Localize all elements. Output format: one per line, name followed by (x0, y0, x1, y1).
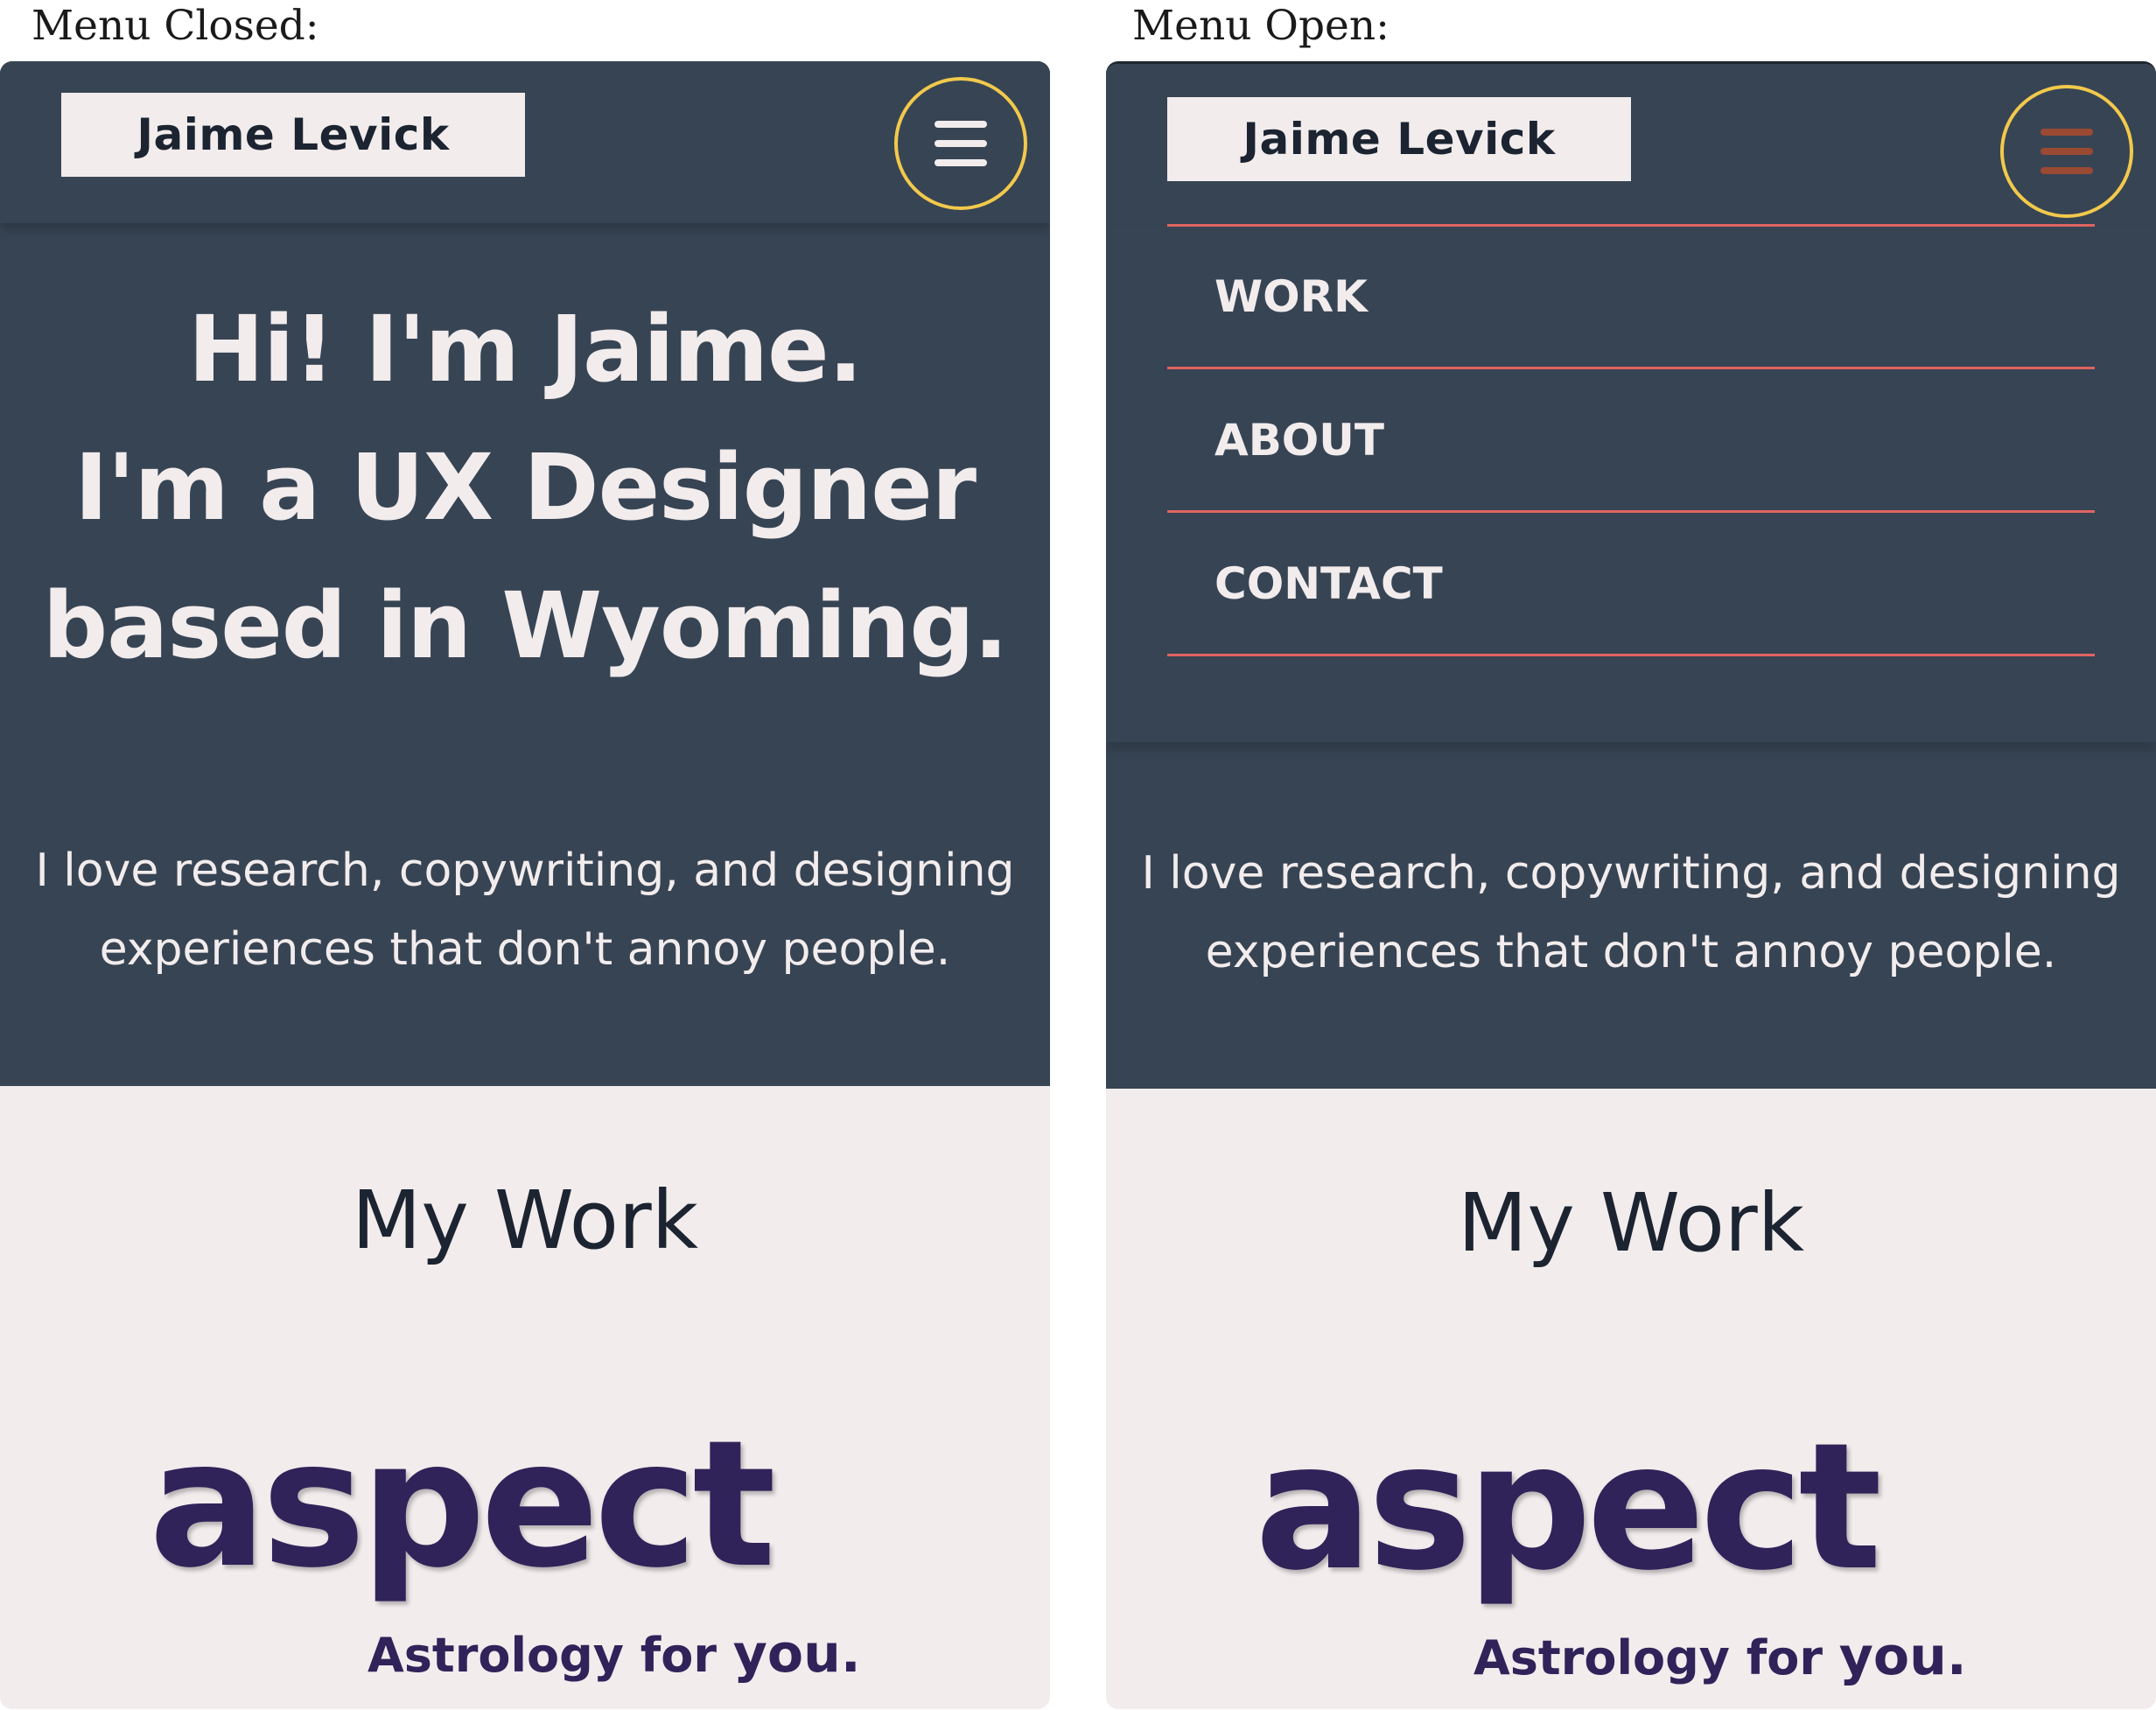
aspect-project-card[interactable]: aspect Astrology for you. (149, 1405, 866, 1702)
top-nav-bar: Jaime Levick (0, 61, 1050, 223)
tagline-prefix: Astrology for (368, 1628, 733, 1683)
hamburger-icon-bar (934, 121, 987, 128)
headline-line: I'm a UX Designer (74, 434, 976, 541)
aspect-logo-wordmark: aspect (149, 1403, 776, 1607)
hero-intro-text: I love research, copywriting, and design… (35, 844, 1015, 976)
phone-menu-open: Jaime Levick WORK ABOUT CONTACT I love r… (1106, 61, 2156, 1709)
tagline-emphasis: you. (732, 1623, 861, 1685)
caption-menu-open: Menu Open: (1132, 2, 1390, 50)
menu-item-contact[interactable]: CONTACT (1167, 513, 2095, 656)
top-nav-bar: Jaime Levick (1106, 64, 2156, 226)
menu-item-about[interactable]: ABOUT (1167, 369, 2095, 513)
hamburger-icon-bar (2040, 129, 2093, 136)
aspect-logo-wordmark: aspect (1255, 1405, 1882, 1609)
aspect-tagline: Astrology for you. (368, 1623, 861, 1686)
hamburger-icon-bar (934, 140, 987, 147)
hero-section: Jaime Levick WORK ABOUT CONTACT I love r… (1106, 64, 2156, 1089)
caption-menu-closed: Menu Closed: (32, 2, 319, 50)
aspect-project-card[interactable]: aspect Astrology for you. (1255, 1407, 1972, 1705)
hamburger-icon-bar (2040, 148, 2093, 155)
hero-section: Jaime Levick Hi! I'm Jaime. I'm a UX Des… (0, 61, 1050, 1086)
headline-line: Hi! I'm Jaime. (187, 296, 863, 403)
site-logo[interactable]: Jaime Levick (61, 93, 525, 177)
hamburger-menu-button[interactable] (894, 77, 1027, 210)
my-work-heading: My Work (1457, 1176, 1805, 1270)
menu-item-work[interactable]: WORK (1167, 226, 2095, 369)
hamburger-icon-bar (2040, 167, 2093, 174)
site-logo[interactable]: Jaime Levick (1167, 97, 1631, 181)
tagline-prefix: Astrology for (1474, 1630, 1839, 1685)
hero-headline: Hi! I'm Jaime. I'm a UX Designer based i… (0, 280, 1050, 695)
hamburger-icon-bar (934, 159, 987, 166)
phone-menu-closed: Jaime Levick Hi! I'm Jaime. I'm a UX Des… (0, 61, 1050, 1709)
dropdown-nav-menu: WORK ABOUT CONTACT (1106, 224, 2156, 742)
tagline-emphasis: you. (1838, 1626, 1967, 1687)
hamburger-menu-button-active[interactable] (2000, 85, 2133, 218)
hero-intro-text: I love research, copywriting, and design… (1141, 847, 2121, 978)
aspect-tagline: Astrology for you. (1474, 1626, 1967, 1689)
my-work-heading: My Work (351, 1174, 699, 1267)
headline-line: based in Wyoming. (42, 572, 1009, 679)
